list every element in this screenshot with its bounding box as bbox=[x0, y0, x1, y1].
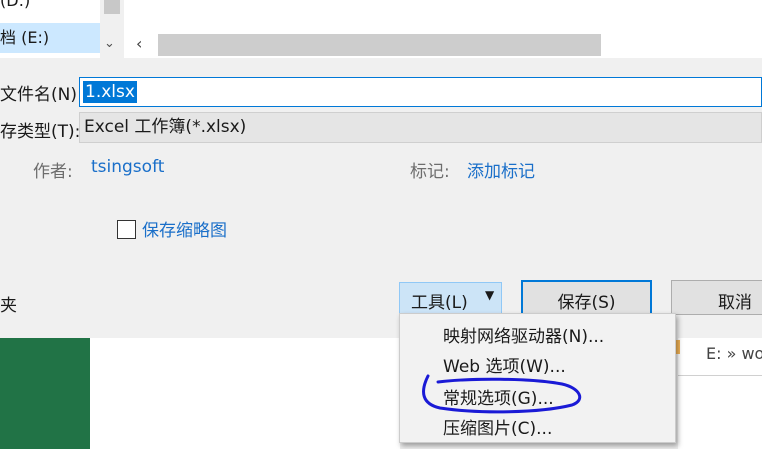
save-thumbnail-checkbox[interactable] bbox=[117, 220, 136, 239]
menu-item-compress-pictures[interactable]: 压缩图片(C)... bbox=[443, 414, 552, 439]
save-button-label: 保存(S) bbox=[557, 293, 616, 313]
tools-button-label: 工具(L) bbox=[411, 293, 468, 313]
menu-item-map-network-drive[interactable]: 映射网络驱动器(N)... bbox=[443, 322, 604, 347]
tree-scrollbar-thumb[interactable] bbox=[104, 0, 120, 14]
author-label: 作者: bbox=[33, 162, 73, 182]
tree-item-drive-e[interactable]: 档 (E:) bbox=[0, 23, 100, 53]
author-value[interactable]: tsingsoft bbox=[91, 157, 164, 177]
background-path: E: » wo bbox=[706, 344, 762, 363]
menu-item-web-options[interactable]: Web 选项(W)... bbox=[443, 352, 566, 377]
tools-menu: 映射网络驱动器(N)... Web 选项(W)... 常规选项(G)... 压缩… bbox=[399, 313, 676, 443]
divider bbox=[678, 375, 762, 376]
filename-input[interactable]: 1.xlsx bbox=[79, 77, 762, 107]
cancel-button-label: 取消 bbox=[718, 293, 752, 313]
save-thumbnail-label[interactable]: 保存缩略图 bbox=[142, 216, 227, 241]
horizontal-scrollbar-thumb[interactable] bbox=[158, 34, 601, 56]
tags-label: 标记: bbox=[410, 162, 450, 182]
background-excel-sidebar bbox=[0, 338, 90, 449]
save-button[interactable]: 保存(S) bbox=[521, 280, 652, 315]
filetype-value: Excel 工作簿(*.xlsx) bbox=[84, 117, 247, 137]
tools-button[interactable]: 工具(L) ▼ bbox=[399, 282, 502, 314]
chevron-left-icon[interactable]: ‹ bbox=[136, 34, 142, 53]
caret-down-icon: ▼ bbox=[485, 288, 495, 302]
filename-label: 文件名(N): bbox=[0, 85, 83, 105]
menu-item-general-options[interactable]: 常规选项(G)... bbox=[443, 384, 554, 409]
tree-item-drive-d[interactable]: (D:) bbox=[0, 0, 100, 16]
filename-value[interactable]: 1.xlsx bbox=[83, 81, 137, 103]
filetype-label: 存类型(T): bbox=[0, 122, 81, 142]
background-window-area bbox=[90, 338, 400, 449]
hide-folders-label[interactable]: 夹 bbox=[0, 291, 17, 316]
add-tags-link[interactable]: 添加标记 bbox=[467, 157, 535, 182]
cancel-button[interactable]: 取消 bbox=[671, 280, 762, 315]
filetype-select[interactable]: Excel 工作簿(*.xlsx) bbox=[79, 112, 762, 143]
chevron-down-icon[interactable]: ⌄ bbox=[104, 36, 115, 51]
